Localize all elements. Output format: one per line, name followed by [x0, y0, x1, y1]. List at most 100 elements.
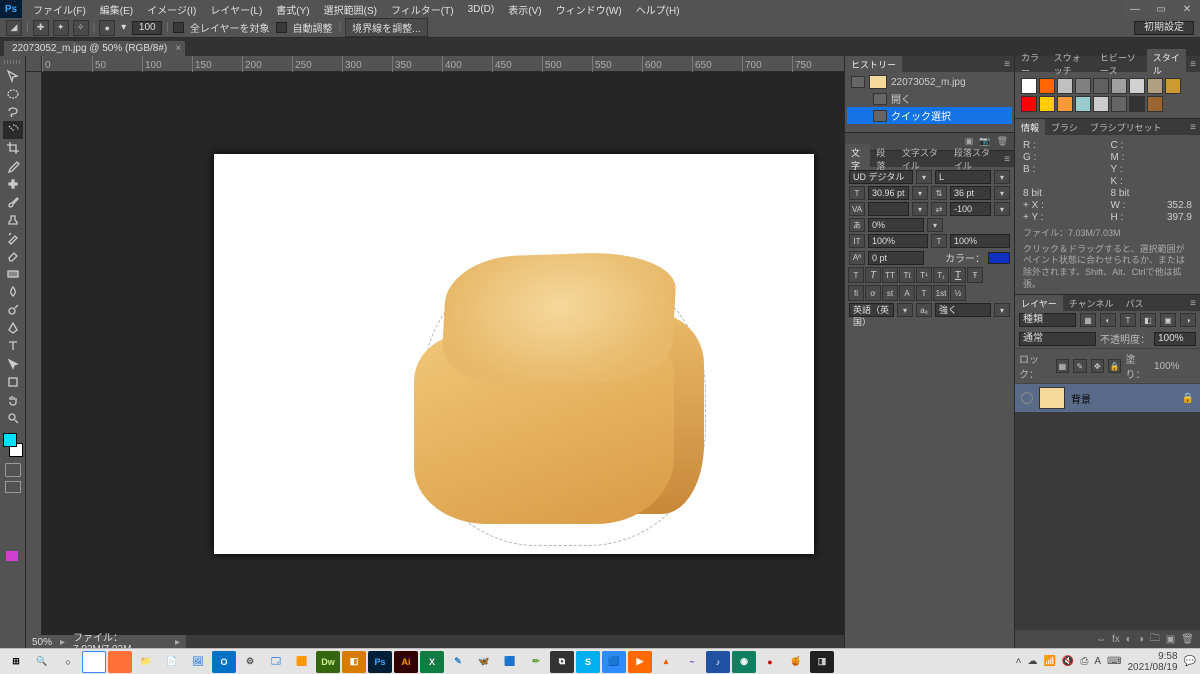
ot-button[interactable]: fi — [848, 285, 864, 301]
lock-all-icon[interactable]: 🔒 — [1108, 359, 1121, 373]
menu-file[interactable]: ファイル(F) — [26, 0, 93, 19]
new-selection-icon[interactable]: ✚ — [33, 20, 49, 36]
taskbar-app[interactable]: ⊞ — [4, 651, 28, 673]
fx-icon[interactable]: fx — [1112, 634, 1120, 645]
eraser-tool[interactable] — [3, 247, 23, 265]
dropdown-icon[interactable]: ▾ — [912, 186, 928, 200]
tab-brush[interactable]: ブラシ — [1045, 119, 1084, 136]
swatch[interactable] — [1147, 96, 1163, 112]
swatch[interactable] — [1039, 96, 1055, 112]
swatch[interactable] — [1165, 78, 1181, 94]
eyedropper-tool[interactable] — [3, 157, 23, 175]
trash-icon[interactable]: 🗑 — [1181, 634, 1194, 645]
leading-field[interactable]: 36 pt — [950, 186, 991, 200]
all-layers-checkbox[interactable] — [173, 22, 184, 33]
history-source[interactable]: 22073052_m.jpg — [847, 74, 1012, 90]
taskbar-app[interactable]: ◉ — [732, 651, 756, 673]
layers-empty[interactable] — [1015, 412, 1200, 630]
lock-trans-icon[interactable]: ▦ — [1056, 359, 1069, 373]
filter-shape-icon[interactable]: ◧ — [1140, 313, 1156, 327]
language-field[interactable]: 英語（英国） — [849, 303, 894, 317]
opacity-field[interactable]: 100% — [1154, 332, 1196, 346]
taskbar-app[interactable]: ✏ — [524, 651, 548, 673]
close-button[interactable]: ✕ — [1174, 0, 1200, 18]
dropdown-icon[interactable]: ▾ — [994, 303, 1010, 317]
screen-mode-toggle[interactable] — [5, 481, 21, 493]
taskbar-app[interactable]: X — [420, 651, 444, 673]
menu-select[interactable]: 選択範囲(S) — [317, 0, 384, 19]
tab-brushpreset[interactable]: ブラシプリセット — [1084, 119, 1168, 136]
kerning-field[interactable] — [868, 202, 909, 216]
group-icon[interactable]: 🗀 — [1150, 631, 1160, 648]
move-tool[interactable] — [3, 67, 23, 85]
maximize-button[interactable]: ▭ — [1148, 0, 1174, 18]
taskbar-app[interactable]: Ps — [368, 651, 392, 673]
ot-button[interactable]: A — [899, 285, 915, 301]
tray-ime[interactable]: A — [1094, 656, 1101, 667]
lasso-tool[interactable] — [3, 103, 23, 121]
taskbar-app[interactable]: 🟧 — [290, 651, 314, 673]
type-tool[interactable] — [3, 337, 23, 355]
zoom-tool[interactable] — [3, 409, 23, 427]
tool-preset-icon[interactable]: ◢ — [6, 20, 22, 36]
layer-name[interactable]: 背景 — [1071, 391, 1091, 406]
menu-help[interactable]: ヘルプ(H) — [629, 0, 687, 19]
filter-smart-icon[interactable]: ▣ — [1160, 313, 1176, 327]
swatch[interactable] — [1039, 78, 1055, 94]
layer-row[interactable]: 背景 🔒 — [1015, 384, 1200, 412]
taskbar-app[interactable]: ⧉ — [550, 651, 574, 673]
filter-toggle[interactable]: ◑ — [1180, 313, 1196, 327]
font-style-field[interactable]: L — [935, 170, 991, 184]
taskbar-app[interactable]: ○ — [56, 651, 80, 673]
history-brush-tool[interactable] — [3, 229, 23, 247]
foreground-color[interactable] — [3, 433, 17, 447]
fill-field[interactable]: 100% — [1154, 361, 1196, 372]
subscript-button[interactable]: T₁ — [933, 267, 949, 283]
vscale-field[interactable]: 100% — [868, 234, 928, 248]
taskbar-app[interactable]: 🟦 — [498, 651, 522, 673]
brush-tool[interactable] — [3, 193, 23, 211]
color-wells[interactable] — [3, 433, 23, 457]
marquee-tool[interactable] — [3, 85, 23, 103]
panel-menu-icon[interactable]: ≡ — [1186, 298, 1200, 309]
filter-pixel-icon[interactable]: ▦ — [1080, 313, 1096, 327]
tab-channels[interactable]: チャンネル — [1063, 295, 1120, 312]
blend-mode-field[interactable]: 通常 — [1019, 332, 1096, 346]
taskbar-app[interactable]: ⚙ — [238, 651, 262, 673]
canvas[interactable] — [44, 74, 844, 635]
taskbar-app[interactable]: ♪ — [706, 651, 730, 673]
dodge-tool[interactable] — [3, 301, 23, 319]
swatch[interactable] — [1021, 78, 1037, 94]
taskbar-app[interactable]: ▶ — [628, 651, 652, 673]
zoom-dropdown-icon[interactable]: ▸ — [60, 637, 65, 648]
zoom-readout[interactable]: 50% — [32, 637, 52, 648]
lock-move-icon[interactable]: ✥ — [1091, 359, 1104, 373]
link-layers-icon[interactable]: ⇔ — [1096, 634, 1106, 645]
dropdown-icon[interactable]: ▾ — [897, 303, 913, 317]
taskbar-app[interactable]: 🦋 — [472, 651, 496, 673]
blur-tool[interactable] — [3, 283, 23, 301]
history-step[interactable]: クイック選択 — [847, 107, 1012, 124]
taskbar-app[interactable] — [108, 651, 132, 673]
tab-layers[interactable]: レイヤー — [1015, 295, 1063, 312]
status-dropdown-icon[interactable]: ▸ — [175, 637, 180, 648]
quick-select-tool[interactable] — [3, 121, 23, 139]
adjustment-icon[interactable]: ◑ — [1138, 634, 1144, 645]
panel-menu-icon[interactable]: ≡ — [1186, 59, 1200, 70]
menu-image[interactable]: イメージ(I) — [140, 0, 203, 19]
taskbar-app[interactable]: ● — [758, 651, 782, 673]
clock[interactable]: 9:582021/08/19 — [1127, 651, 1177, 673]
shape-tool[interactable] — [3, 373, 23, 391]
taskbar-app[interactable]: ◧ — [342, 651, 366, 673]
toolbox-grip[interactable] — [4, 60, 22, 64]
dropdown-icon[interactable]: ▾ — [912, 202, 928, 216]
tracking-field[interactable]: -100 — [950, 202, 991, 216]
taskbar-app[interactable]: ✎ — [446, 651, 470, 673]
swatch[interactable] — [1075, 96, 1091, 112]
taskbar-app[interactable]: Ai — [394, 651, 418, 673]
taskbar-app[interactable]: 🍯 — [784, 651, 808, 673]
strike-button[interactable]: Ŧ — [967, 267, 983, 283]
notifications-icon[interactable]: 💬 — [1184, 656, 1196, 667]
tab-history[interactable]: ヒストリー — [845, 56, 902, 73]
minimize-button[interactable]: — — [1122, 0, 1148, 18]
